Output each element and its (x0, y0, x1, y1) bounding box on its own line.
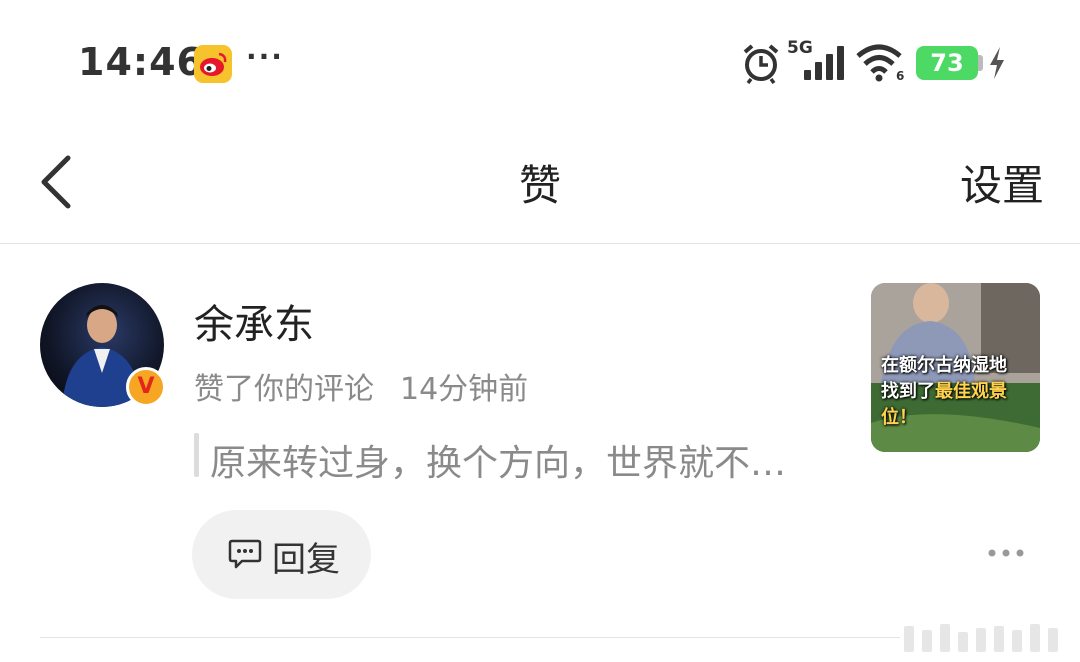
alarm-icon (743, 44, 779, 84)
nav-divider (0, 243, 1080, 244)
settings-button[interactable]: 设置 (960, 152, 1044, 213)
thumbnail-caption-line2: 找到了最佳观景位！ (881, 379, 1040, 431)
wifi-icon: 6 (856, 44, 904, 82)
thumbnail-caption: 在额尔古纳湿地 找到了最佳观景位！ (881, 353, 1040, 431)
status-bar: 14:46 ··· 5G 6 73 (0, 0, 1080, 120)
status-time: 14:46 (78, 40, 204, 84)
battery-cap (978, 55, 983, 71)
notification-meta: 赞了你的评论 14分钟前 (194, 364, 528, 408)
cellular-signal-icon (804, 46, 844, 80)
username[interactable]: 余承东 (194, 292, 314, 350)
page-title: 赞 (518, 161, 561, 210)
battery-indicator: 73 (916, 46, 978, 80)
status-more-icon: ··· (246, 40, 284, 73)
post-thumbnail[interactable]: 在额尔古纳湿地 找到了最佳观景位！ (871, 283, 1040, 452)
weibo-app-icon (194, 45, 232, 83)
quote-bar (194, 433, 199, 477)
thumbnail-caption-line2a: 找到了 (881, 381, 935, 402)
wifi-level-label: 6 (896, 69, 904, 82)
watermark-bars-icon (904, 624, 1058, 652)
item-divider (40, 637, 900, 638)
comment-icon (228, 539, 262, 569)
verified-badge-icon: V (126, 367, 166, 407)
charging-bolt-icon (990, 47, 1004, 79)
time-ago: 14分钟前 (400, 372, 529, 407)
reply-label: 回复 (272, 540, 340, 580)
action-text: 赞了你的评论 (194, 372, 374, 407)
reply-button[interactable]: 回复 (192, 510, 371, 599)
quoted-comment[interactable]: 原来转过身，换个方向，世界就不… (210, 434, 786, 486)
more-options-icon[interactable] (986, 540, 1026, 566)
nav-bar: 赞 设置 (0, 120, 1080, 243)
thumbnail-caption-line1: 在额尔古纳湿地 (881, 355, 1007, 376)
